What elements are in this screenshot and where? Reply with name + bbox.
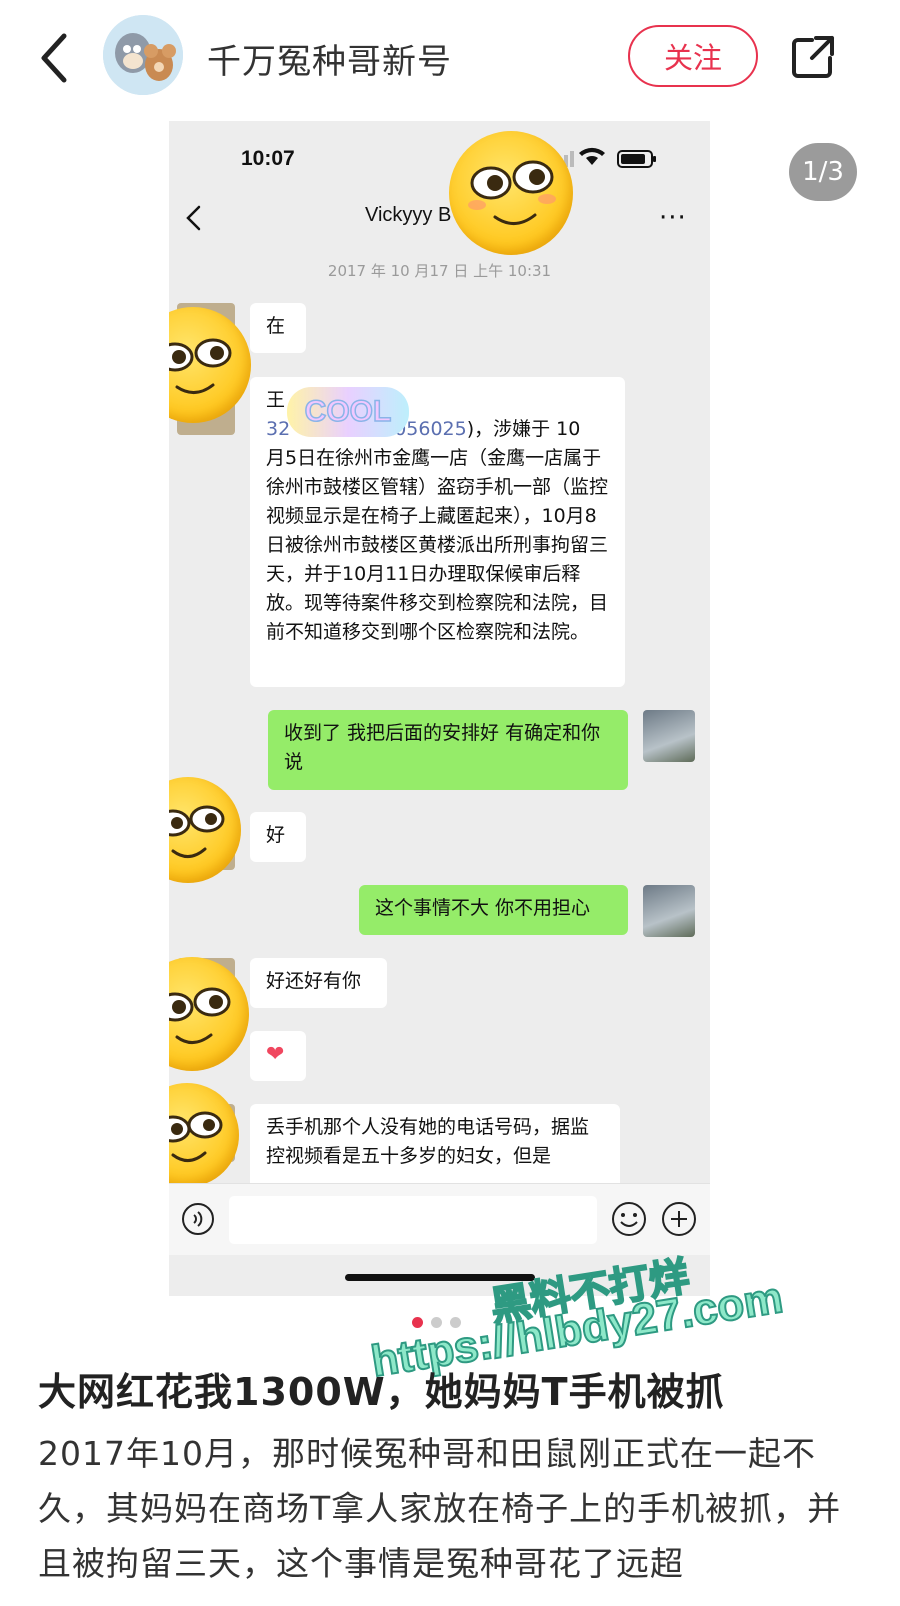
cool-sticker: COOL bbox=[287, 387, 409, 437]
chat-back-icon[interactable] bbox=[183, 203, 205, 233]
sticker-emoji-icon bbox=[169, 957, 249, 1071]
more-icon[interactable]: ··· bbox=[659, 203, 687, 233]
post-image[interactable]: 10:07 Vickyyy B ··· 2017 年 10 月17 日 上午 1… bbox=[169, 121, 710, 1296]
chat-input-bar bbox=[169, 1183, 710, 1255]
author-name[interactable]: 千万冤种哥新号 bbox=[207, 34, 452, 83]
plus-icon[interactable] bbox=[661, 1201, 697, 1237]
sticker-emoji-icon bbox=[449, 131, 573, 255]
message-body: 月5日在徐州市金鹰一店（金鹰一店属于徐州市鼓楼区管辖）盗窃手机一部（监控视频显示… bbox=[266, 447, 609, 643]
cartoon-avatar-icon bbox=[103, 15, 183, 95]
chat-date: 2017 年 10 月17 日 上午 10:31 bbox=[327, 262, 552, 280]
post-body: 2017年10月，那时候冤种哥和田鼠刚正式在一起不久，其妈妈在商场T拿人家放在椅… bbox=[38, 1434, 842, 1583]
chat-input[interactable] bbox=[229, 1196, 597, 1244]
my-message-bubble: 收到了 我把后面的安排好 有确定和你说 bbox=[268, 710, 628, 790]
heart-icon: ❤ bbox=[250, 1031, 306, 1081]
sticker-emoji-icon bbox=[169, 777, 241, 883]
sticker-emoji-icon bbox=[169, 1083, 239, 1187]
chat-title: Vickyyy B bbox=[365, 204, 452, 226]
status-icons bbox=[564, 147, 656, 168]
follow-button[interactable]: 关注 bbox=[628, 25, 758, 87]
emoji-icon[interactable] bbox=[611, 1201, 647, 1237]
my-avatar bbox=[643, 885, 695, 937]
author-avatar[interactable] bbox=[103, 15, 183, 95]
message-bubble: 在 bbox=[250, 303, 306, 353]
back-arrow-icon[interactable] bbox=[34, 30, 78, 86]
voice-icon[interactable] bbox=[181, 1202, 215, 1236]
carousel-dot[interactable] bbox=[412, 1317, 423, 1328]
my-message-bubble: 这个事情不大 你不用担心 bbox=[359, 885, 628, 935]
top-bar: 千万冤种哥新号 关注 bbox=[0, 0, 900, 115]
post-title: 大网红花我1300W，她妈妈T手机被抓 bbox=[38, 1370, 725, 1414]
image-counter: 1/3 bbox=[789, 143, 857, 201]
message-bubble: 好还好有你 bbox=[250, 958, 387, 1008]
share-icon[interactable] bbox=[790, 34, 836, 80]
my-avatar bbox=[643, 710, 695, 762]
message-bubble: 好 bbox=[250, 812, 306, 862]
status-time: 10:07 bbox=[241, 147, 295, 170]
wifi-icon bbox=[579, 147, 605, 165]
sticker-emoji-icon bbox=[169, 307, 251, 423]
